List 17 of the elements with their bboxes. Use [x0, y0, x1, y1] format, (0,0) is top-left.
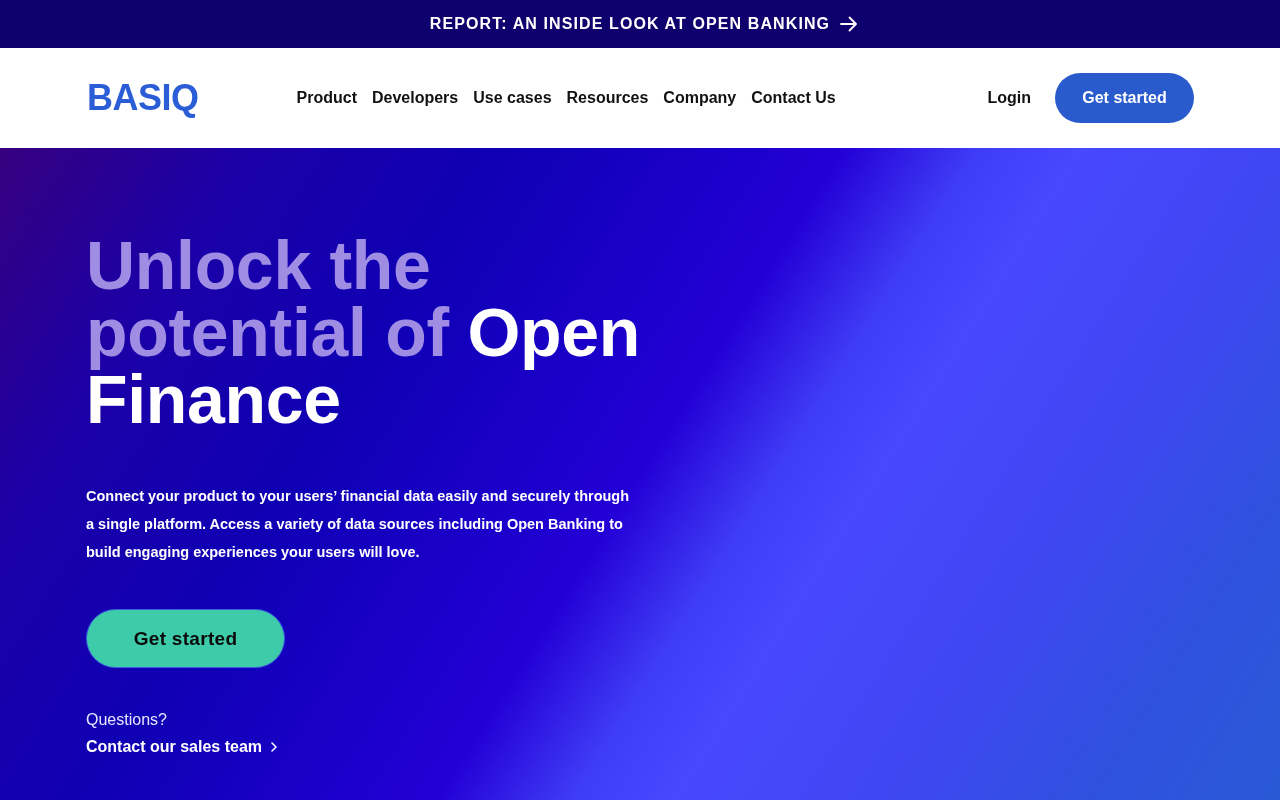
- get-started-button[interactable]: Get started: [1055, 73, 1194, 123]
- nav-link[interactable]: Developers: [371, 89, 459, 107]
- hero-description: Connect your product to your users’ financial data easily and securely through a single platform. Access a variety of data sources including Open Banking to build engaging experiences your users will love.: [86, 487, 631, 562]
- nav-link[interactable]: Product: [296, 89, 357, 107]
- report-link[interactable]: REPORT: AN INSIDE LOOK AT OPEN BANKING: [421, 15, 859, 33]
- brand-logo[interactable]: BASIQ: [87, 80, 199, 116]
- login-link[interactable]: Login: [987, 89, 1031, 107]
- get-started-button[interactable]: Get started: [86, 609, 285, 668]
- nav-link[interactable]: Contact Us: [751, 89, 836, 107]
- arrow-right-icon: [840, 16, 859, 32]
- nav-link[interactable]: Company: [663, 89, 737, 107]
- questions-label: Questions?: [86, 710, 167, 730]
- nav-link[interactable]: Resources: [566, 89, 649, 107]
- contact-sales-link[interactable]: Contact our sales team: [86, 738, 278, 756]
- nav-link[interactable]: Use cases: [473, 89, 552, 107]
- hero-heading: Unlock the potential of Open Finance: [86, 232, 641, 433]
- chevron-right-icon: [271, 742, 278, 752]
